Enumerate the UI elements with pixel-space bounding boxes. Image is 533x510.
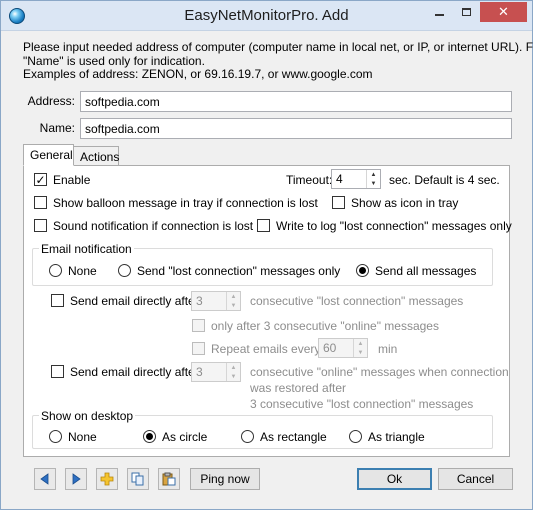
- send-direct-2-spinner[interactable]: 3 ▲ ▼: [191, 362, 241, 382]
- instructions-line-1: Please input needed address of computer …: [23, 40, 533, 54]
- send-direct-1-value: 3: [196, 294, 203, 308]
- timeout-spin-arrows[interactable]: ▲ ▼: [366, 170, 380, 188]
- address-field[interactable]: [80, 91, 512, 112]
- timeout-hint: sec. Default is 4 sec.: [389, 173, 500, 187]
- desktop-rectangle-label: As rectangle: [260, 430, 327, 444]
- timeout-label: Timeout:: [286, 173, 333, 187]
- instructions-line-3: Examples of address: ZENON, or 69.16.19.…: [23, 67, 373, 81]
- minimize-icon: [435, 14, 444, 16]
- write-log-label: Write to log "lost connection" messages …: [276, 219, 512, 233]
- spin-up-icon[interactable]: ▲: [367, 170, 380, 179]
- send-direct-2-suffix-3: 3 consecutive "lost connection" messages: [250, 397, 474, 411]
- email-all-label: Send all messages: [375, 264, 477, 278]
- send-direct-1-checkbox[interactable]: [51, 294, 64, 307]
- radio-selected-dot: [146, 433, 153, 440]
- tab-actions[interactable]: Actions: [73, 146, 119, 166]
- timeout-value: 4: [336, 172, 343, 186]
- send-direct-1-spinner[interactable]: 3 ▲ ▼: [191, 291, 241, 311]
- radio-selected-dot: [359, 267, 366, 274]
- desktop-none-radio[interactable]: [49, 430, 62, 443]
- cancel-button[interactable]: Cancel: [438, 468, 513, 490]
- balloon-checkbox[interactable]: [34, 196, 47, 209]
- repeat-suffix: min: [378, 342, 398, 356]
- spin-up-icon[interactable]: ▲: [227, 292, 240, 301]
- show-on-desktop-title: Show on desktop: [39, 409, 136, 423]
- send-direct-2-checkbox[interactable]: [51, 365, 64, 378]
- show-icon-tray-label: Show as icon in tray: [351, 196, 459, 210]
- copy-button[interactable]: [127, 468, 149, 490]
- sound-checkbox[interactable]: [34, 219, 47, 232]
- instructions-text: Please input needed address of computer …: [23, 40, 533, 82]
- dialog-window: EasyNetMonitorPro. Add ✕ Please input ne…: [0, 0, 533, 510]
- only-after-checkbox[interactable]: [192, 319, 205, 332]
- maximize-button[interactable]: [453, 2, 480, 22]
- address-label: Address:: [27, 94, 75, 108]
- close-icon: ✕: [498, 4, 509, 19]
- send-direct-2-suffix-2: was restored after: [250, 381, 347, 395]
- send-direct-2-suffix-1: consecutive "online" messages when conne…: [250, 365, 509, 379]
- repeat-spinner[interactable]: 60 ▲ ▼: [318, 338, 368, 358]
- paste-button[interactable]: [158, 468, 180, 490]
- send-direct-2-label: Send email directly after: [70, 365, 199, 379]
- spin-down-icon[interactable]: ▼: [227, 301, 240, 310]
- arrow-right-icon: [72, 473, 81, 485]
- desktop-triangle-label: As triangle: [368, 430, 425, 444]
- add-button[interactable]: [96, 468, 118, 490]
- desktop-circle-radio[interactable]: [143, 430, 156, 443]
- email-lost-only-label: Send "lost connection" messages only: [137, 264, 341, 278]
- sound-label: Sound notification if connection is lost: [53, 219, 254, 233]
- ok-button[interactable]: Ok: [357, 468, 432, 490]
- ping-now-button[interactable]: Ping now: [190, 468, 260, 490]
- repeat-checkbox[interactable]: [192, 342, 205, 355]
- enable-checkbox[interactable]: ✓: [34, 173, 47, 186]
- previous-button[interactable]: [34, 468, 56, 490]
- close-button[interactable]: ✕: [480, 2, 527, 22]
- email-all-radio[interactable]: [356, 264, 369, 277]
- only-after-label: only after 3 consecutive "online" messag…: [211, 319, 439, 333]
- repeat-value: 60: [323, 341, 337, 355]
- write-log-checkbox[interactable]: [257, 219, 270, 232]
- spin-up-icon[interactable]: ▲: [354, 339, 367, 348]
- desktop-triangle-radio[interactable]: [349, 430, 362, 443]
- repeat-label: Repeat emails every: [211, 342, 321, 356]
- minimize-button[interactable]: [426, 2, 453, 22]
- spin-down-icon[interactable]: ▼: [367, 179, 380, 188]
- send-direct-1-label: Send email directly after: [70, 294, 199, 308]
- copy-icon: [131, 472, 144, 486]
- spin-down-icon[interactable]: ▼: [227, 372, 240, 381]
- tab-general[interactable]: General: [23, 144, 74, 166]
- spin-up-icon[interactable]: ▲: [227, 363, 240, 372]
- title-bar: EasyNetMonitorPro. Add ✕: [1, 1, 532, 31]
- maximize-icon: [462, 8, 471, 16]
- plus-icon: [100, 472, 114, 486]
- name-field[interactable]: [80, 118, 512, 139]
- email-none-radio[interactable]: [49, 264, 62, 277]
- email-notification-title: Email notification: [39, 242, 134, 256]
- enable-label: Enable: [53, 173, 91, 187]
- desktop-none-label: None: [68, 430, 97, 444]
- next-button[interactable]: [65, 468, 87, 490]
- send-direct-1-arrows[interactable]: ▲ ▼: [226, 292, 240, 310]
- desktop-circle-label: As circle: [162, 430, 208, 444]
- name-label: Name:: [39, 121, 75, 135]
- send-direct-2-value: 3: [196, 365, 203, 379]
- send-direct-2-arrows[interactable]: ▲ ▼: [226, 363, 240, 381]
- instructions-line-2: "Name" is used only for indication.: [23, 53, 205, 68]
- timeout-spinner[interactable]: 4 ▲ ▼: [331, 169, 381, 189]
- desktop-rectangle-radio[interactable]: [241, 430, 254, 443]
- send-direct-1-suffix: consecutive "lost connection" messages: [250, 294, 464, 308]
- arrow-left-icon: [40, 473, 49, 485]
- email-none-label: None: [68, 264, 97, 278]
- paste-icon: [162, 472, 176, 486]
- show-icon-tray-checkbox[interactable]: [332, 196, 345, 209]
- balloon-label: Show balloon message in tray if connecti…: [53, 196, 318, 210]
- spin-down-icon[interactable]: ▼: [354, 348, 367, 357]
- email-lost-only-radio[interactable]: [118, 264, 131, 277]
- repeat-arrows[interactable]: ▲ ▼: [353, 339, 367, 357]
